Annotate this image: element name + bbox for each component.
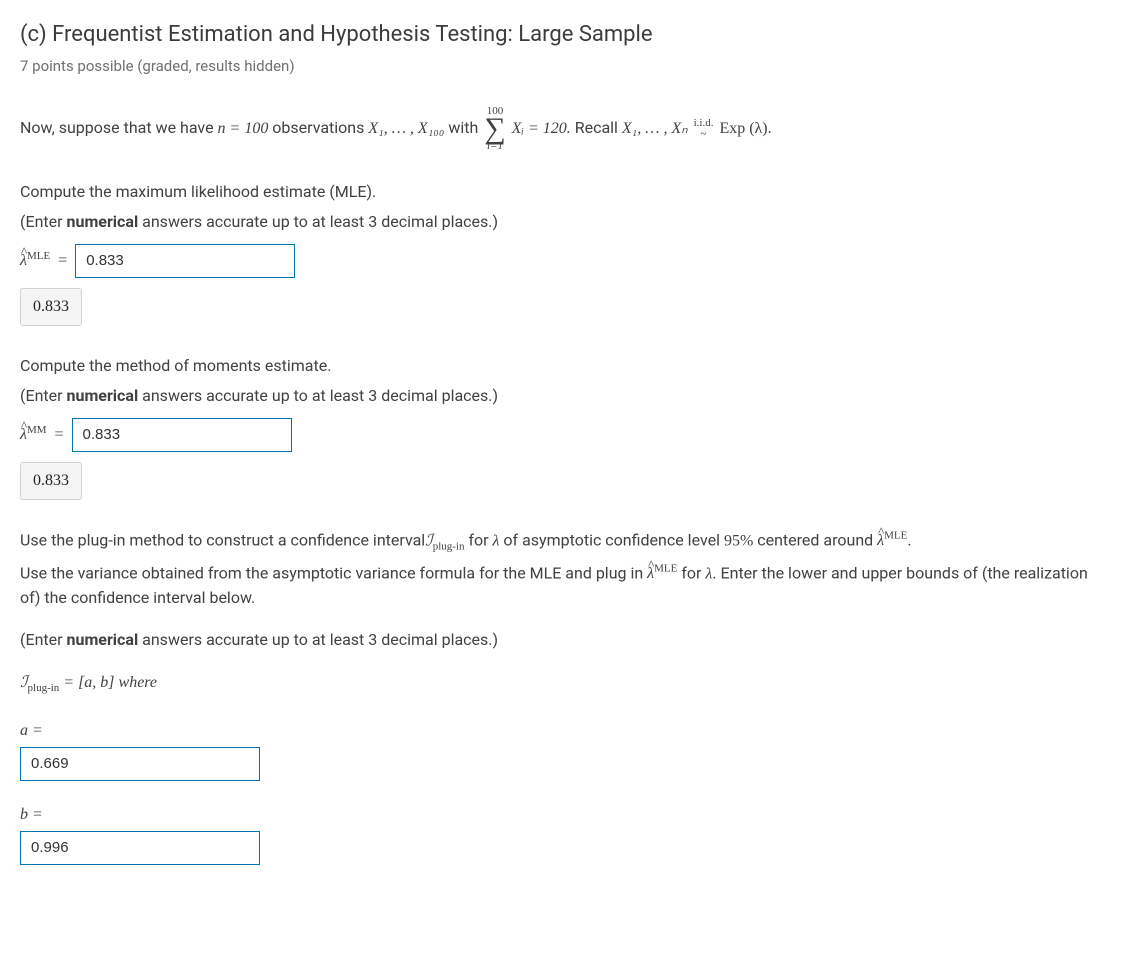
sum-equals: Xᵢ = 120. — [512, 120, 571, 137]
lambda-hat: λMLE — [877, 532, 907, 549]
text: of asymptotic confidence level — [499, 530, 723, 549]
text: . — [907, 530, 911, 549]
ci-paragraph-2: Use the variance obtained from the asymp… — [20, 561, 1102, 610]
text: answers accurate up to at least 3 decima… — [138, 630, 498, 649]
distribution: Exp (λ). — [719, 120, 771, 137]
bold: numerical — [67, 630, 139, 649]
equals: = — [58, 249, 67, 273]
problem-statement: Now, suppose that we have n = 100 observ… — [20, 106, 1102, 152]
I: ℐ — [20, 674, 28, 691]
text: (Enter — [20, 630, 67, 649]
sup: MLE — [884, 530, 907, 542]
mle-input[interactable] — [75, 244, 295, 278]
text: answers accurate up to at least 3 decima… — [138, 212, 498, 231]
text: centered around — [753, 530, 877, 549]
mm-feedback: 0.833 — [20, 462, 82, 500]
ci-paragraph-1: Use the plug-in method to construct a co… — [20, 528, 1102, 555]
text: for — [468, 530, 492, 549]
sup: MM — [27, 424, 47, 436]
x-range: X₁, … , X₁₀₀ — [368, 120, 444, 137]
iid-symbol: i.i.d. ~ — [694, 118, 714, 140]
I: ℐ — [425, 532, 433, 549]
iid-tilde: ~ — [694, 129, 714, 140]
lambda-hat-mm-label: λMM — [20, 422, 47, 447]
b-label: b = — [20, 803, 1102, 827]
equals: = — [55, 423, 64, 447]
bold: numerical — [67, 212, 139, 231]
text: with — [448, 118, 482, 137]
lambda-hat: λMLE — [647, 565, 677, 582]
sigma-symbol: ∑ — [484, 117, 505, 141]
prompt-line-2: (Enter numerical answers accurate up to … — [20, 210, 1102, 234]
sup: MLE — [27, 250, 50, 262]
text: observations — [272, 118, 368, 137]
prompt-line-1: Compute the maximum likelihood estimate … — [20, 180, 1102, 204]
iid-top: i.i.d. — [694, 118, 714, 129]
text: Use the plug-in method to construct a co… — [20, 530, 425, 549]
text: answers accurate up to at least 3 decima… — [138, 386, 498, 405]
mm-input[interactable] — [72, 418, 292, 452]
sum-lower: i=1 — [484, 141, 505, 152]
question-title: (c) Frequentist Estimation and Hypothesi… — [20, 18, 1102, 51]
sub: plug-in — [28, 682, 60, 694]
bold: numerical — [67, 386, 139, 405]
text: for — [681, 563, 705, 582]
x-range-n: X₁, … , Xₙ — [622, 120, 688, 137]
question-ci: Use the plug-in method to construct a co… — [20, 528, 1102, 865]
text: (Enter — [20, 386, 67, 405]
text: (Enter — [20, 212, 67, 231]
b-input[interactable] — [20, 831, 260, 865]
question-mm: Compute the method of moments estimate. … — [20, 354, 1102, 500]
lambda-hat-mle-label: λMLE — [20, 248, 50, 273]
ci-precision-note: (Enter numerical answers accurate up to … — [20, 628, 1102, 652]
text: Recall — [575, 118, 622, 137]
mle-feedback: 0.833 — [20, 288, 82, 326]
points-possible: 7 points possible (graded, results hidde… — [20, 55, 1102, 78]
prompt-line-1: Compute the method of moments estimate. — [20, 354, 1102, 378]
a-input[interactable] — [20, 747, 260, 781]
question-mle: Compute the maximum likelihood estimate … — [20, 180, 1102, 326]
summation: 100 ∑ i=1 — [484, 106, 505, 152]
a-label: a = — [20, 719, 1102, 743]
interval-definition: ℐplug-in = [a, b] where — [20, 670, 1102, 697]
interval-eq: = [a, b] where — [63, 674, 157, 691]
sub: plug-in — [433, 540, 465, 552]
n-equals: n = 100 — [218, 120, 269, 137]
sup: MLE — [654, 563, 677, 575]
pct: 95% — [724, 532, 753, 549]
text: Now, suppose that we have — [20, 118, 218, 137]
text: Use the variance obtained from the asymp… — [20, 563, 647, 582]
prompt-line-2: (Enter numerical answers accurate up to … — [20, 384, 1102, 408]
